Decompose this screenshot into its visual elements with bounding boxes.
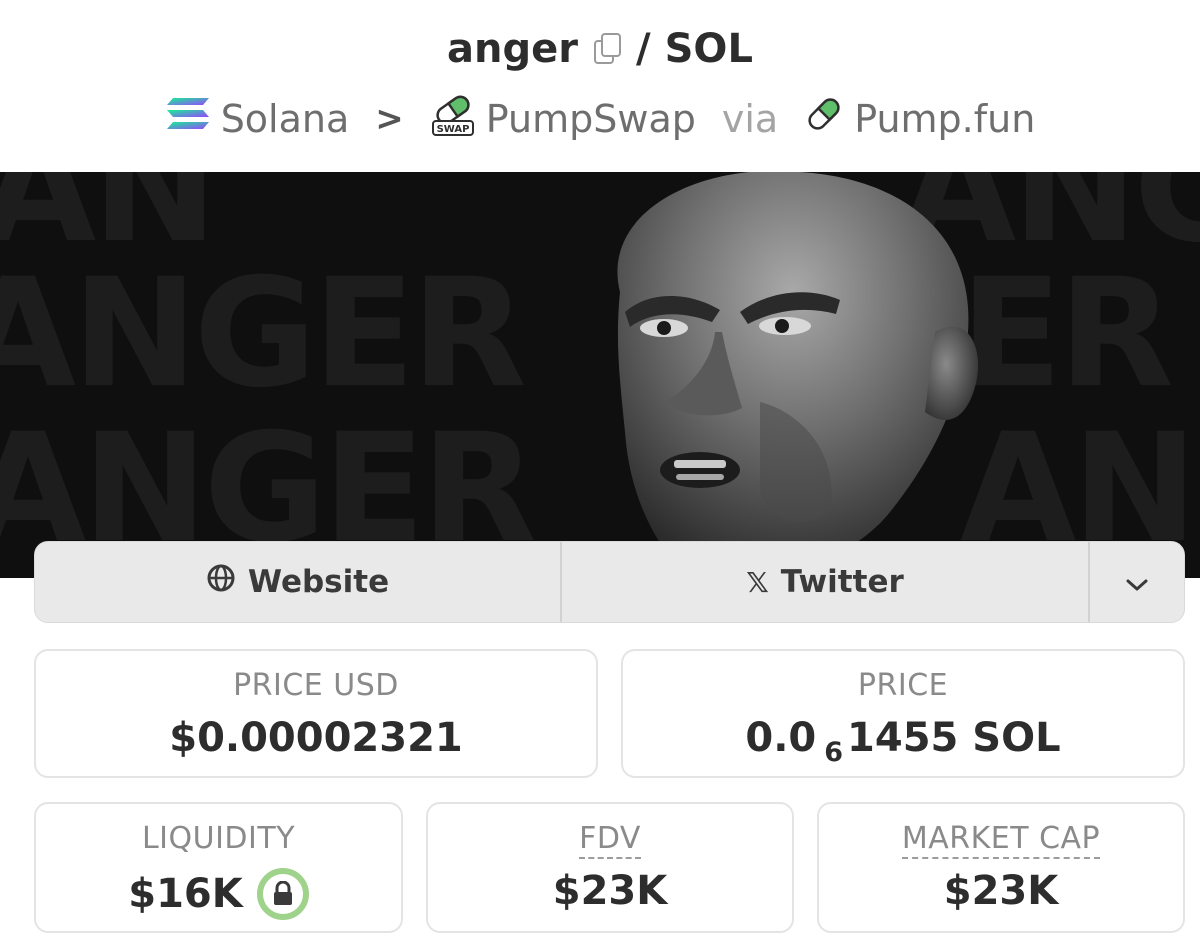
twitter-button[interactable]: 𝕏 Twitter xyxy=(562,542,1090,622)
fdv-value: $23K xyxy=(552,868,668,914)
svg-text:SWAP: SWAP xyxy=(436,124,469,135)
chevron-right-icon: > xyxy=(375,98,404,139)
website-label: Website xyxy=(247,564,390,600)
token-banner: AN ANGER ANGER ER ANG ANGER xyxy=(0,172,1200,578)
market-cap-value: $23K xyxy=(943,868,1059,914)
quote-token: SOL xyxy=(664,26,753,72)
pair-title: anger / SOL xyxy=(0,26,1200,72)
chain-name[interactable]: Solana xyxy=(221,97,350,141)
globe-icon xyxy=(206,563,236,601)
pumpswap-icon: SWAP xyxy=(430,92,476,145)
price-sol-prefix: 0.0 xyxy=(745,715,817,761)
price-sol-suffix: 1455 SOL xyxy=(847,715,1061,761)
price-sol-label: PRICE xyxy=(857,668,949,703)
liquidity-value: $16K xyxy=(128,871,243,917)
pair-header: anger / SOL Solana > SWAP PumpSwap via P… xyxy=(0,0,1200,172)
price-usd-card: PRICE USD $0.00002321 xyxy=(34,649,598,778)
price-usd-value: $0.00002321 xyxy=(169,715,463,761)
more-links-button[interactable] xyxy=(1090,542,1184,622)
x-logo-icon: 𝕏 xyxy=(746,565,769,599)
fdv-label-text: FDV xyxy=(579,821,641,859)
price-usd-label: PRICE USD xyxy=(233,668,399,703)
token-name: anger xyxy=(447,26,579,72)
price-sol-card: PRICE 0.0 6 1455 SOL xyxy=(621,649,1185,778)
pair-separator: / xyxy=(636,26,651,72)
pump-fun-icon xyxy=(804,94,844,143)
fdv-card: FDV $23K xyxy=(426,802,794,933)
liquidity-card: LIQUIDITY $16K xyxy=(34,802,403,933)
copy-icon[interactable] xyxy=(592,32,622,66)
twitter-label: Twitter xyxy=(780,564,904,600)
launchpad-name[interactable]: Pump.fun xyxy=(854,97,1035,141)
pair-breadcrumb: Solana > SWAP PumpSwap via Pump.fun xyxy=(0,92,1200,145)
lock-icon[interactable] xyxy=(256,868,309,920)
social-links-bar: Website 𝕏 Twitter xyxy=(34,541,1185,623)
liquidity-label: LIQUIDITY xyxy=(141,821,296,856)
via-label: via xyxy=(721,96,779,141)
market-cap-label[interactable]: MARKET CAP xyxy=(819,821,1183,859)
fdv-label[interactable]: FDV xyxy=(428,821,792,859)
price-sol-zero-count: 6 xyxy=(824,736,844,768)
dex-name[interactable]: PumpSwap xyxy=(486,97,696,141)
market-cap-label-text: MARKET CAP xyxy=(901,821,1101,859)
website-button[interactable]: Website xyxy=(35,542,562,622)
chevron-down-icon xyxy=(1125,564,1149,600)
liquidity-value-row: $16K xyxy=(36,868,401,920)
angry-face-image xyxy=(617,172,979,578)
market-cap-card: MARKET CAP $23K xyxy=(817,802,1185,933)
solana-icon xyxy=(165,94,211,143)
price-sol-value: 0.0 6 1455 SOL xyxy=(623,715,1183,768)
